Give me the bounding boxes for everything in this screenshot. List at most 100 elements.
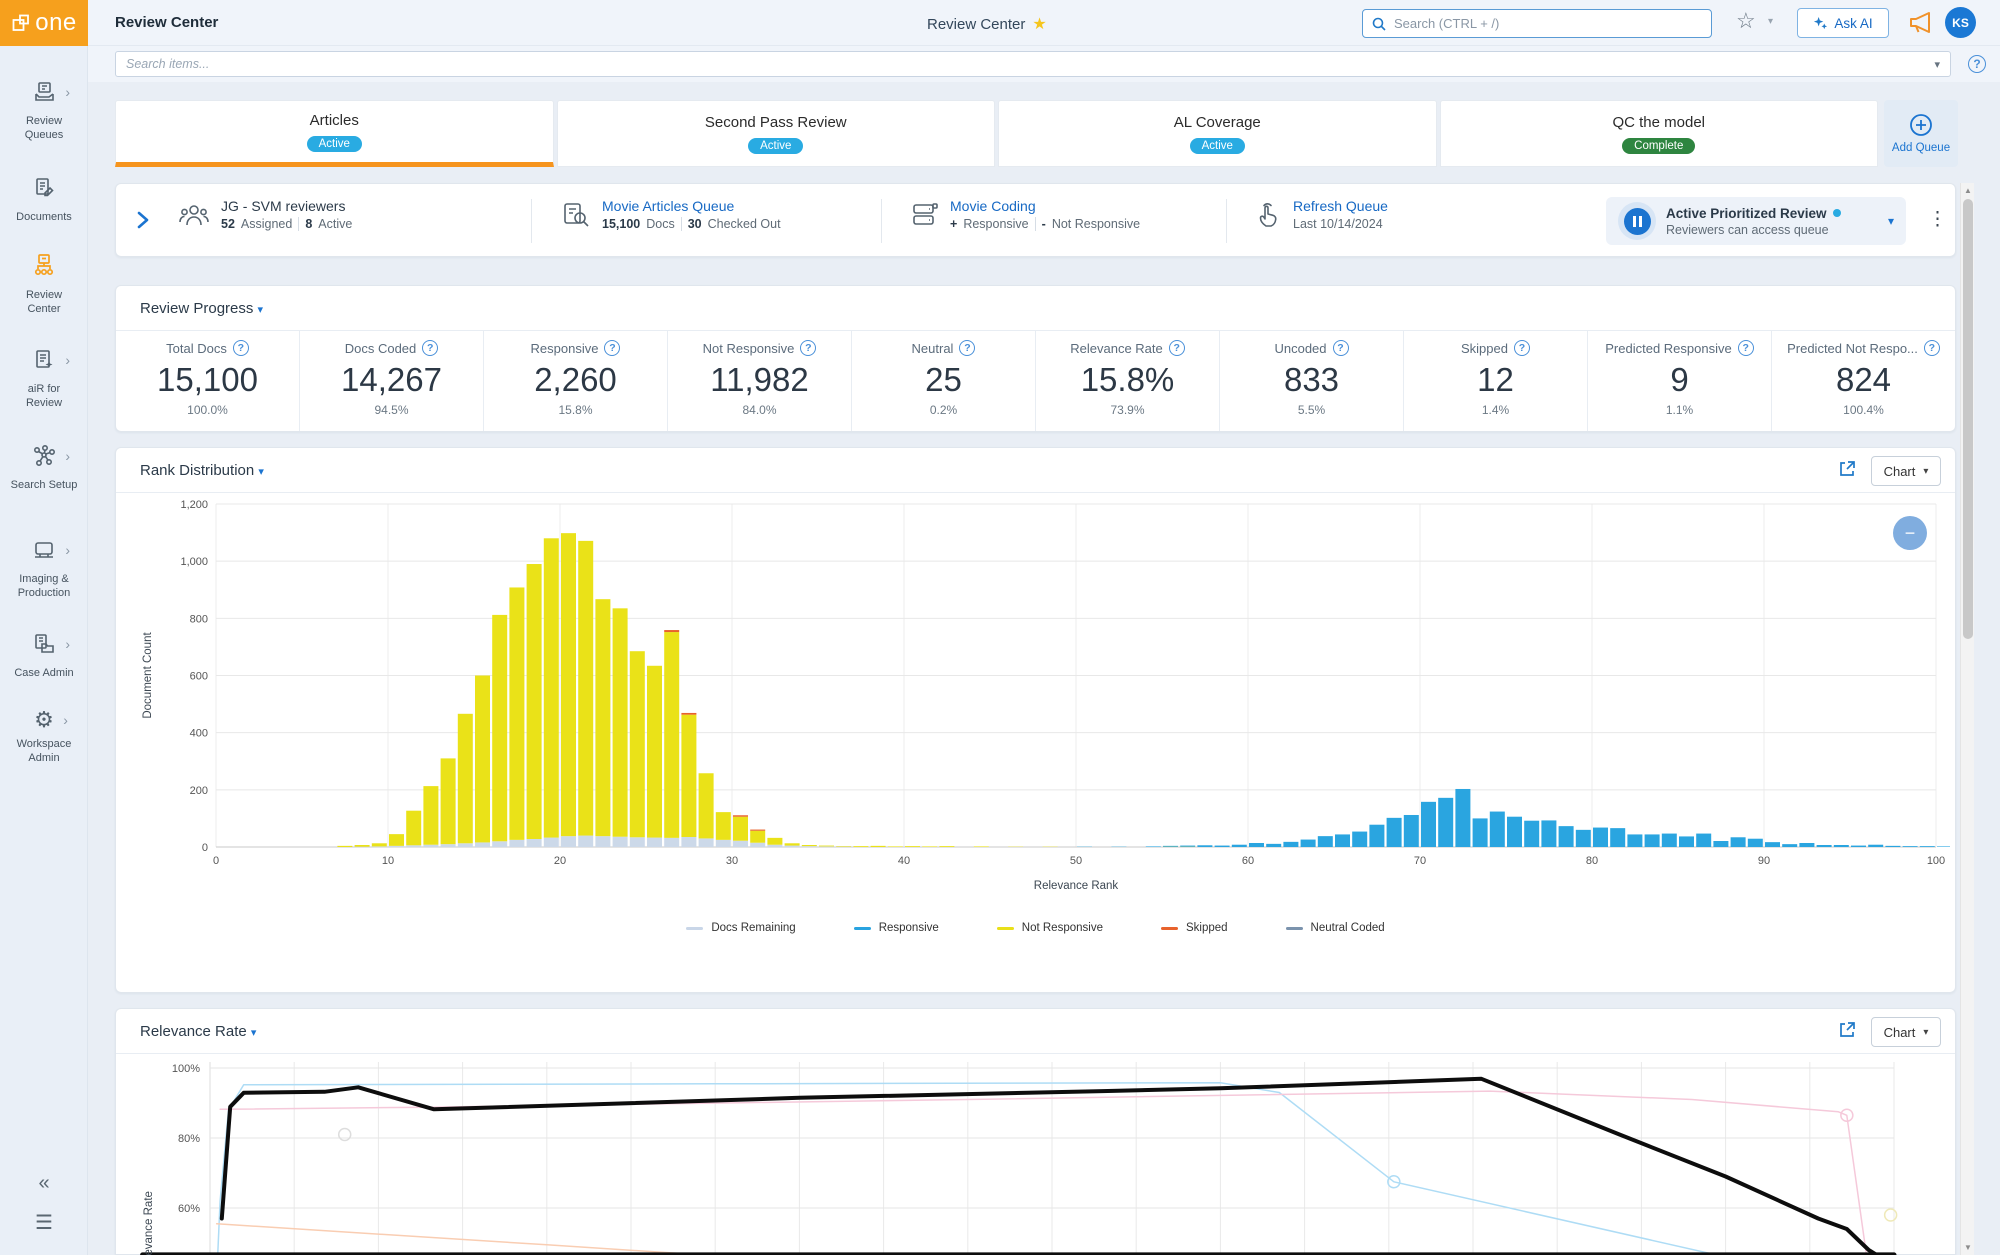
sidebar-item-case-admin[interactable]: › Case Admin	[0, 632, 88, 680]
sidebar-item-documents[interactable]: › Documents	[0, 176, 88, 224]
chart-select-label: Chart	[1884, 1025, 1916, 1040]
legend-item[interactable]: Responsive	[854, 922, 939, 934]
sidebar-item-search-setup[interactable]: › Search Setup	[0, 444, 88, 492]
sidebar-menu-button[interactable]: ☰	[0, 1210, 88, 1235]
status-caret-icon[interactable]: ▾	[1888, 214, 1894, 228]
export-chart-icon[interactable]	[1837, 459, 1857, 484]
scroll-up-icon[interactable]: ▲	[1961, 186, 1975, 195]
stat-column: Docs Coded?14,26794.5%	[299, 331, 483, 431]
svg-text:800: 800	[190, 613, 208, 625]
legend-label: Neutral Coded	[1311, 922, 1385, 934]
chevron-right-icon: ›	[65, 352, 70, 368]
tab-articles[interactable]: Articles Active	[115, 100, 554, 167]
queue-status-subtitle: Reviewers can access queue	[1666, 223, 1841, 237]
help-icon[interactable]: ?	[1514, 340, 1530, 356]
help-icon[interactable]: ?	[1968, 55, 1986, 73]
positive-choice-label: Responsive	[963, 217, 1028, 231]
pause-button[interactable]	[1618, 202, 1656, 240]
export-chart-icon[interactable]	[1837, 1020, 1857, 1045]
chart-zoom-out-button[interactable]: −	[1893, 516, 1927, 550]
help-icon[interactable]: ?	[1333, 340, 1349, 356]
ask-ai-label: Ask AI	[1834, 16, 1872, 31]
legend-item[interactable]: Neutral Coded	[1286, 922, 1385, 934]
help-icon[interactable]: ?	[233, 340, 249, 356]
help-icon[interactable]: ?	[1738, 340, 1754, 356]
tab-second-pass-review[interactable]: Second Pass Review Active	[557, 100, 996, 167]
stat-value: 12	[1404, 361, 1587, 399]
svg-text:70: 70	[1414, 855, 1426, 867]
favorites-icon[interactable]: ☆	[1736, 8, 1756, 34]
help-icon[interactable]: ?	[1924, 340, 1940, 356]
svg-text:40: 40	[898, 855, 910, 867]
refresh-queue-link[interactable]: Refresh Queue	[1293, 198, 1388, 214]
svg-text:100: 100	[1927, 855, 1945, 867]
sidebar-item-workspace-admin[interactable]: ⚙› Workspace Admin	[0, 708, 88, 765]
assigned-label: Assigned	[241, 217, 292, 231]
sidebar-item-review-center[interactable]: Review Center	[0, 252, 88, 316]
review-queues-icon	[32, 80, 56, 104]
relevance-rate-title[interactable]: Relevance Rate ▾	[140, 1023, 256, 1040]
assigned-count: 52	[221, 217, 235, 231]
stat-value: 11,982	[668, 361, 851, 399]
document-search-icon	[561, 201, 591, 229]
sidebar-item-air-for-review[interactable]: › aiR for Review	[0, 348, 88, 410]
queue-status-dropdown[interactable]: Active Prioritized Review Reviewers can …	[1606, 197, 1906, 245]
svg-text:0: 0	[213, 855, 219, 867]
items-search[interactable]: ▾	[115, 51, 1951, 77]
relevance-rate-title-text: Relevance Rate	[140, 1023, 247, 1040]
legend-item[interactable]: Not Responsive	[997, 922, 1103, 934]
app-logo[interactable]: one	[0, 0, 88, 46]
legend-swatch	[997, 927, 1014, 930]
review-progress-title[interactable]: Review Progress ▾	[140, 300, 263, 317]
global-search-input[interactable]	[1394, 16, 1703, 31]
help-icon[interactable]: ?	[1169, 340, 1185, 356]
items-search-caret-icon[interactable]: ▾	[1934, 58, 1940, 71]
announcements-icon[interactable]	[1905, 8, 1933, 41]
items-search-input[interactable]	[126, 57, 1934, 71]
queue-options-kebab-icon[interactable]: ⋮	[1928, 208, 1947, 231]
legend-item[interactable]: Skipped	[1161, 922, 1228, 934]
rank-distribution-chart[interactable]: 02004006008001,0001,20001020304050607080…	[121, 496, 1950, 916]
help-icon[interactable]: ?	[959, 340, 975, 356]
relevance-chart-type-select[interactable]: Chart ▾	[1871, 1017, 1941, 1047]
tab-qc-the-model[interactable]: QC the model Complete	[1440, 100, 1879, 167]
breadcrumb-title: Review Center ★	[927, 14, 1047, 34]
favorites-caret-icon[interactable]: ▾	[1768, 16, 1773, 27]
svg-text:0: 0	[202, 842, 208, 854]
divider	[531, 199, 532, 243]
help-icon[interactable]: ?	[604, 340, 620, 356]
svg-text:60%: 60%	[178, 1203, 200, 1215]
queue-name-link[interactable]: Movie Articles Queue	[602, 198, 781, 214]
scrollbar-thumb[interactable]	[1963, 199, 1973, 639]
help-icon[interactable]: ?	[422, 340, 438, 356]
ask-ai-button[interactable]: Ask AI	[1797, 8, 1889, 38]
relevance-rate-chart[interactable]: 100%80%60%Relevance Rate	[116, 1054, 1955, 1255]
stat-value: 833	[1220, 361, 1403, 399]
add-queue-button[interactable]: Add Queue	[1884, 100, 1958, 167]
svg-text:100%: 100%	[172, 1063, 200, 1075]
sidebar-item-imaging-production[interactable]: › Imaging & Production	[0, 538, 88, 600]
help-icon[interactable]: ?	[800, 340, 816, 356]
scroll-down-icon[interactable]: ▼	[1961, 1243, 1975, 1252]
expand-queue-chevron-icon[interactable]	[136, 210, 150, 235]
rank-chart-type-select[interactable]: Chart ▾	[1871, 456, 1941, 486]
search-icon	[1371, 16, 1387, 32]
tab-status-badge: Complete	[1622, 138, 1695, 154]
global-search[interactable]	[1362, 9, 1712, 38]
caret-down-icon: ▾	[1923, 1027, 1928, 1038]
legend-item[interactable]: Docs Remaining	[686, 922, 795, 934]
coding-layout-link[interactable]: Movie Coding	[950, 198, 1140, 214]
svg-text:1,000: 1,000	[180, 556, 208, 568]
favorite-star-icon[interactable]: ★	[1032, 14, 1046, 34]
page-scrollbar[interactable]: ▲ ▼	[1960, 183, 1974, 1255]
avatar[interactable]: KS	[1945, 7, 1976, 38]
tab-al-coverage[interactable]: AL Coverage Active	[998, 100, 1437, 167]
checked-out-label: Checked Out	[708, 217, 781, 231]
divider	[681, 217, 682, 231]
chevron-right-icon: ›	[65, 542, 70, 558]
sidebar-item-review-queues[interactable]: › Review Queues	[0, 80, 88, 142]
documents-icon	[32, 176, 56, 200]
sidebar-collapse-button[interactable]: «	[0, 1172, 88, 1195]
rank-distribution-title[interactable]: Rank Distribution ▾	[140, 462, 264, 479]
stat-label: Predicted Responsive	[1605, 341, 1731, 356]
